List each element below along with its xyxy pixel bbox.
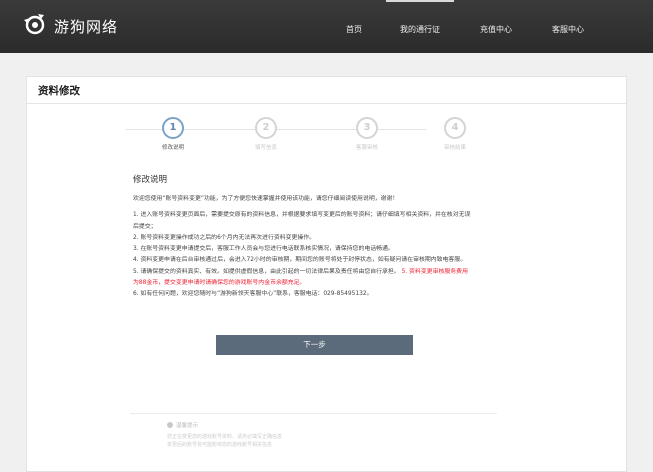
instruction-item: 4. 资料变更申请在后台审核通过后，会进入72小时的审核期，期间您的账号将处于封…	[133, 257, 467, 264]
fee-notice-text-continued: 为88金币，提交变更申请时请确保您的游戏账号内金币余额充足。	[133, 280, 306, 287]
tips-line: 变更后的账号将可能影响您的游戏账号相关信息	[167, 442, 273, 448]
dog-logo-icon	[22, 12, 48, 40]
tips-section: 温馨提示 您正在变更您的游戏账号资料，请务必填写正确信息 变更后的账号将可能影响…	[167, 421, 282, 449]
tips-divider	[130, 413, 497, 414]
step-4: 4 审核结果	[425, 117, 485, 151]
section-title: 修改说明	[133, 175, 168, 185]
step-2: 2 填写信息	[236, 117, 296, 151]
instructions-content: 修改说明 欢迎您使用“账号资料变更”功能，为了方便您快速掌握并使用该功能，请您仔…	[133, 173, 541, 301]
instruction-item: 2. 账号资料变更操作成功之后的6个月内无法再次进行资料变更操作。	[133, 234, 316, 241]
step-4-circle: 4	[444, 117, 466, 139]
step-2-circle: 2	[255, 117, 277, 139]
nav-customer-service[interactable]: 客服中心	[552, 0, 584, 53]
step-1-circle: 1	[162, 117, 184, 139]
step-2-label: 填写信息	[254, 145, 277, 151]
step-3-label: 客服审核	[355, 145, 378, 151]
next-step-button[interactable]: 下一步	[216, 335, 413, 355]
instruction-item: 6. 如有任何问题，欢迎您随时与“游狗新领天客服中心”联系，客服电话：029-8…	[133, 291, 373, 298]
fee-notice-text: 5. 资料变更审核服务费用	[401, 268, 468, 275]
intro-text: 欢迎您使用“账号资料变更”功能，为了方便您快速掌握并使用该功能，请您仔细阅读使用…	[133, 196, 399, 202]
title-divider	[27, 103, 626, 104]
site-logo[interactable]: 游狗网络	[22, 13, 118, 39]
step-3-circle: 3	[356, 117, 378, 139]
logo-text: 游狗网络	[54, 17, 119, 36]
profile-edit-panel: 资料修改 1 修改说明 2 填写信息 3 客服审核 4 审核结果 修改说明 欢迎…	[26, 76, 627, 472]
info-icon	[167, 422, 173, 428]
step-1-label: 修改说明	[161, 145, 184, 151]
step-1: 1 修改说明	[143, 117, 203, 151]
tips-title: 温馨提示	[176, 423, 199, 429]
instruction-item: 后提交；	[133, 223, 157, 230]
nav-recharge-center[interactable]: 充值中心	[480, 0, 512, 53]
tips-title-row: 温馨提示	[167, 421, 282, 429]
nav-my-passport[interactable]: 我的通行证	[386, 0, 454, 53]
instruction-item-5: 5. 请确保提交的资料真实、有效。如提供虚假信息，由此引起的一切法律后果及责任将…	[133, 267, 541, 278]
page-title: 资料修改	[38, 85, 80, 97]
item-5-text: 5. 请确保提交的资料真实、有效。如提供虚假信息，由此引起的一切法律后果及责任将…	[133, 268, 402, 275]
nav-home[interactable]: 首页	[346, 0, 362, 53]
top-navigation-bar: 游狗网络 首页 我的通行证 充值中心 客服中心	[0, 0, 653, 53]
step-3: 3 客服审核	[337, 117, 397, 151]
tips-line: 您正在变更您的游戏账号资料，请务必填写正确信息	[167, 434, 283, 440]
instruction-item: 1. 进入账号资料变更页面后，需要提交原有的资料信息，并根据要求填写变更后的账号…	[133, 212, 471, 219]
instruction-item: 3. 在账号资料变更申请提交后，客服工作人员会与您进行电话联系核实情况，请保持您…	[133, 246, 394, 253]
step-4-label: 审核结果	[443, 145, 466, 151]
